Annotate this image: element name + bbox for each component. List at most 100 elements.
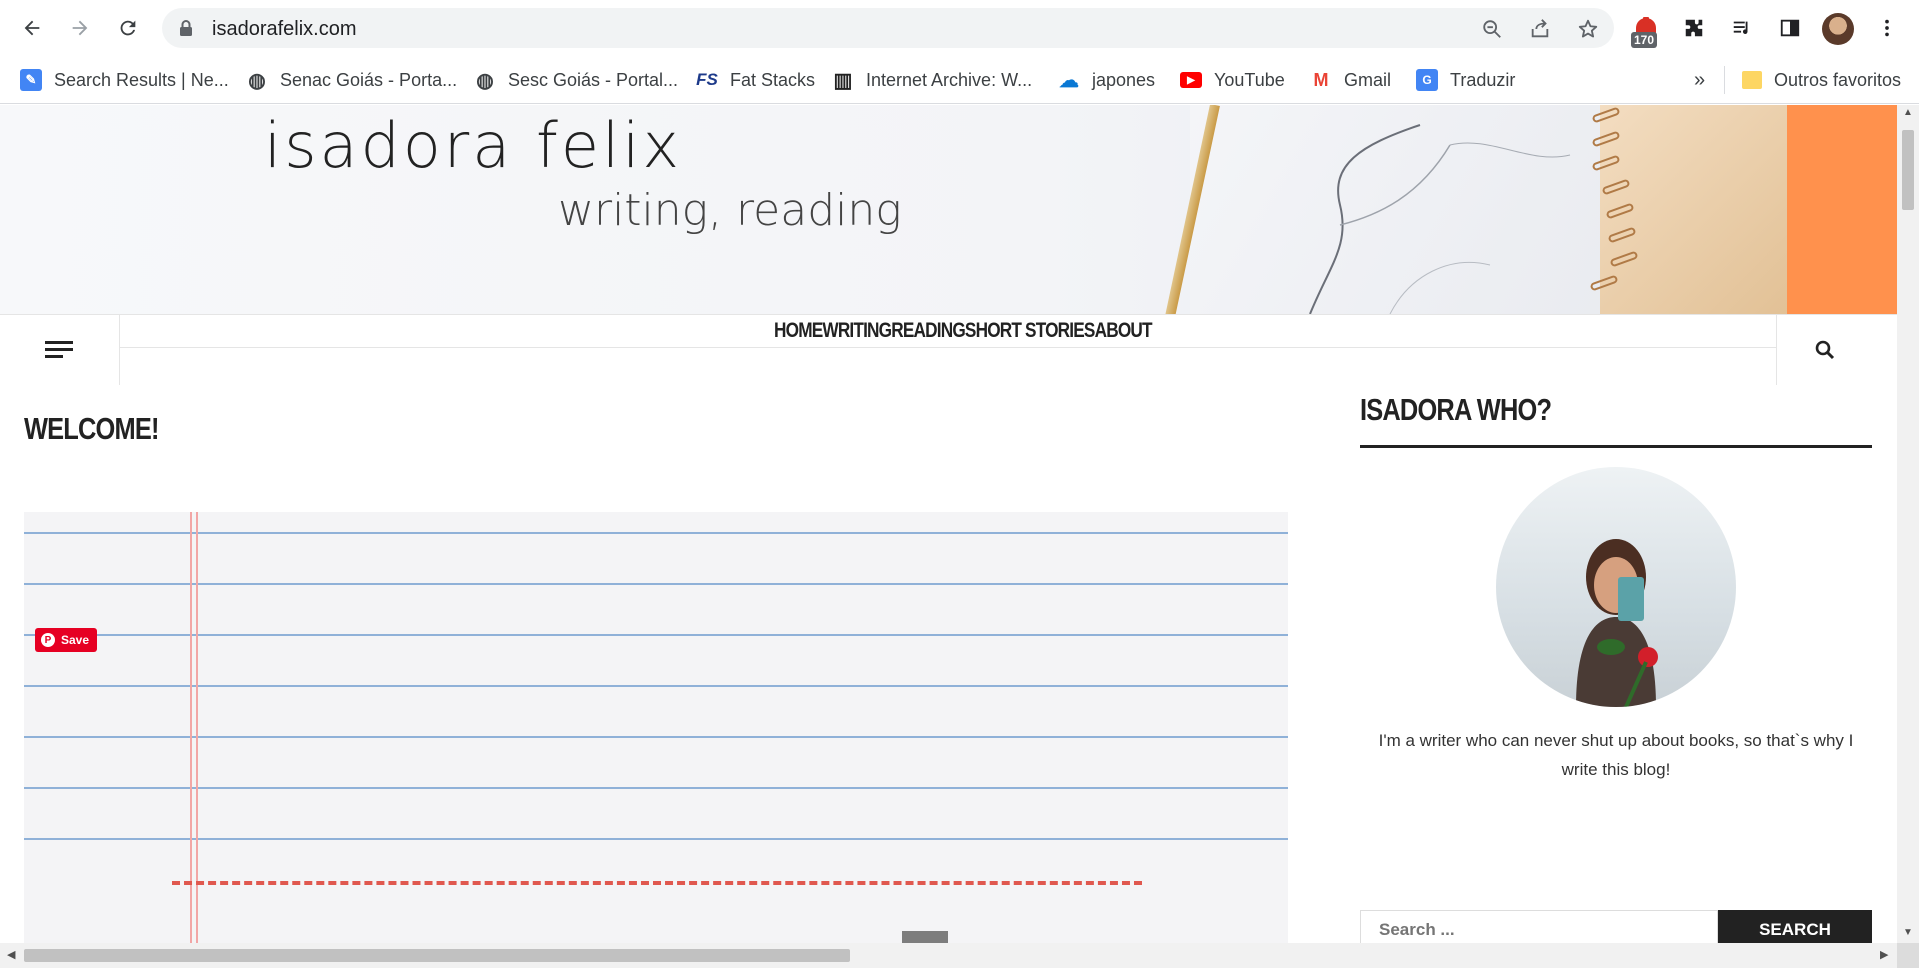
onedrive-icon: ☁ [1059, 69, 1079, 92]
side-panel-icon[interactable] [1772, 10, 1808, 46]
zoom-icon[interactable] [1480, 17, 1504, 41]
reload-icon [120, 20, 136, 36]
scrollbar-corner [1897, 943, 1919, 968]
bookmark-item[interactable]: ✎ Search Results | Ne... [20, 66, 229, 94]
image-scroll-handle [902, 931, 948, 943]
share-icon[interactable] [1528, 17, 1552, 41]
vertical-scrollbar[interactable]: ▲ ▼ [1897, 105, 1919, 943]
ruled-line [24, 736, 1288, 738]
forward-arrow-icon [72, 20, 88, 36]
ruled-line [24, 532, 1288, 534]
dashed-line [172, 881, 1142, 885]
sidebar-search-form: SEARCH [1360, 910, 1872, 943]
ruled-line [24, 838, 1288, 840]
nav-divider [120, 347, 1776, 348]
margin-line [190, 512, 192, 943]
extension-badge: 170 [1631, 32, 1658, 48]
ruled-line [24, 583, 1288, 585]
scroll-left-arrow-icon[interactable]: ◀ [7, 948, 15, 961]
edit-doc-icon: ✎ [20, 69, 42, 91]
bookmark-label: Gmail [1344, 69, 1392, 90]
bookmarks-overflow-button[interactable]: » [1694, 66, 1705, 94]
pinterest-save-button[interactable]: P Save [35, 628, 98, 652]
other-bookmarks-label: Outros favoritos [1774, 69, 1902, 90]
menu-kebab-icon[interactable] [1869, 10, 1905, 46]
featured-image[interactable] [24, 512, 1288, 943]
nav-short-stories[interactable]: SHORT STORIES [965, 319, 1095, 343]
archive-icon: ▥ [833, 69, 853, 92]
author-portrait-image [1576, 539, 1658, 707]
search-input[interactable] [1360, 910, 1718, 943]
offcanvas-menu-button[interactable] [0, 315, 120, 385]
bookmark-label: japones [1092, 69, 1156, 90]
pinterest-icon: P [41, 633, 55, 647]
extensions-puzzle-icon[interactable] [1676, 10, 1712, 46]
bookmarks-bar: ✎ Search Results | Ne... ◍ Senac Goiás -… [0, 56, 1919, 104]
ruled-line [24, 685, 1288, 687]
bookmark-label: Fat Stacks [730, 69, 816, 90]
horizontal-scrollbar[interactable]: ◀ ▶ [0, 943, 1897, 968]
other-bookmarks-folder[interactable]: Outros favoritos [1742, 66, 1901, 94]
hamburger-icon [44, 341, 73, 358]
accent-strip [1787, 105, 1897, 314]
horizontal-scroll-thumb[interactable] [24, 949, 850, 962]
bookmark-item[interactable]: ◍ Sesc Goiás - Portal... [474, 66, 678, 94]
bookmark-item[interactable]: ◍ Senac Goiás - Porta... [246, 66, 457, 94]
site-title[interactable]: isadora felix [264, 109, 682, 182]
globe-icon: ◍ [248, 69, 266, 92]
search-toggle-button[interactable] [1776, 315, 1872, 385]
youtube-icon: ▶ [1180, 72, 1202, 88]
web-page: isadora felix writing, reading HOME WRIT… [0, 105, 1897, 943]
bookmark-item[interactable]: ▥ Internet Archive: W... [832, 66, 1033, 94]
header-banner: isadora felix writing, reading [0, 105, 1897, 314]
browser-toolbar: isadorafelix.com 170 [0, 0, 1919, 56]
bookmarks-divider [1724, 66, 1725, 94]
ruled-line [24, 634, 1288, 636]
search-submit-button[interactable]: SEARCH [1718, 910, 1872, 943]
bookmark-label: Traduzir [1450, 69, 1516, 90]
translate-icon: G [1416, 69, 1438, 91]
post-title[interactable]: WELCOME! [24, 411, 159, 447]
url-text: isadorafelix.com [212, 18, 357, 40]
lock-icon [180, 20, 192, 36]
scroll-down-arrow-icon[interactable]: ▼ [1903, 927, 1913, 938]
nav-writing[interactable]: WRITING [822, 319, 892, 343]
site-tagline: writing, reading [558, 185, 902, 236]
bookmark-item[interactable]: G Traduzir [1416, 66, 1515, 94]
nav-reading[interactable]: READING [891, 319, 965, 343]
overflow-chevron-icon: » [1694, 68, 1706, 91]
margin-line [196, 512, 198, 943]
primary-menu: HOME WRITING READING SHORT STORIES ABOUT [774, 319, 1153, 343]
scroll-right-arrow-icon[interactable]: ▶ [1880, 948, 1888, 961]
bookmark-label: Sesc Goiás - Portal... [508, 69, 679, 90]
author-photo [1496, 467, 1736, 707]
sidebar-widget-title: ISADORA WHO? [1360, 392, 1552, 427]
pin-save-label: Save [61, 633, 90, 647]
main-navigation: HOME WRITING READING SHORT STORIES ABOUT [0, 314, 1897, 385]
profile-avatar[interactable] [1822, 13, 1854, 45]
bookmark-item[interactable]: ☁ japones [1058, 66, 1155, 94]
author-bio: I'm a writer who can never shut up about… [1378, 731, 1854, 779]
forward-button[interactable] [62, 10, 98, 46]
address-bar[interactable]: isadorafelix.com [162, 8, 1614, 48]
back-arrow-icon [24, 20, 40, 36]
nav-about[interactable]: ABOUT [1095, 319, 1153, 343]
search-icon [1815, 340, 1834, 360]
scroll-up-arrow-icon[interactable]: ▲ [1903, 107, 1913, 118]
bookmark-star-icon[interactable] [1576, 17, 1600, 41]
bookmark-label: Internet Archive: W... [866, 69, 1033, 90]
vertical-scroll-thumb[interactable] [1902, 130, 1914, 210]
globe-icon: ◍ [476, 69, 494, 92]
bookmark-item[interactable]: M Gmail [1310, 66, 1392, 94]
gmail-icon: M [1313, 69, 1329, 90]
nav-home[interactable]: HOME [774, 319, 823, 343]
back-button[interactable] [14, 10, 50, 46]
bookmark-item[interactable]: ▶ YouTube [1180, 66, 1285, 94]
media-playlist-icon[interactable] [1724, 10, 1760, 46]
bookmark-label: Senac Goiás - Porta... [280, 69, 458, 90]
bookmark-item[interactable]: FS Fat Stacks [696, 66, 815, 94]
bookmark-label: YouTube [1214, 69, 1285, 90]
bookmark-label: Search Results | Ne... [54, 69, 229, 90]
fs-icon: FS [696, 70, 718, 89]
reload-button[interactable] [110, 10, 146, 46]
